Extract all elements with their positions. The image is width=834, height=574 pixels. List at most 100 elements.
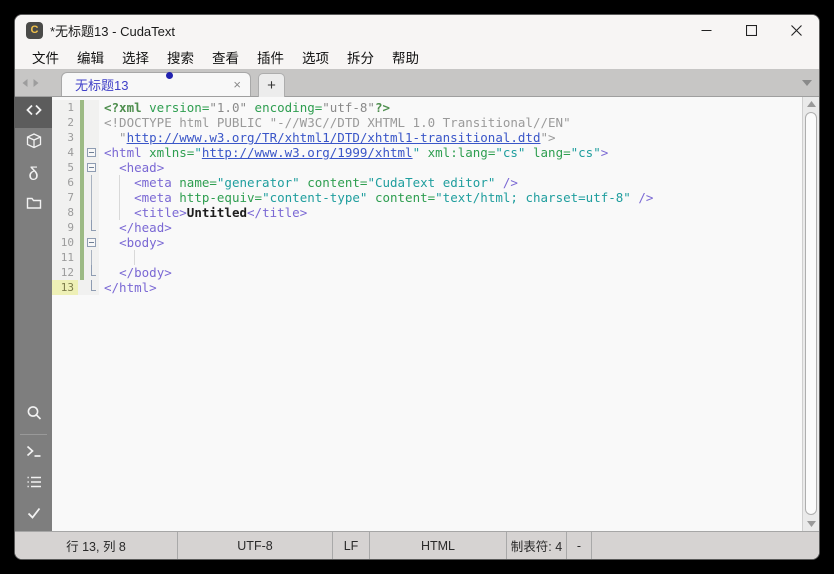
title-bar[interactable]: C *无标题13 - CudaText: [15, 15, 819, 45]
code-line-11: 11: [52, 250, 802, 265]
sidebar-button-validate[interactable]: [15, 500, 52, 531]
sidebar-button-snippets[interactable]: δ: [15, 159, 52, 190]
app-icon: C: [26, 21, 43, 39]
sidebar-button-output[interactable]: [15, 469, 52, 500]
tab-scroll-left-icon[interactable]: [21, 78, 29, 88]
code-text[interactable]: </body>: [99, 265, 802, 280]
sidebar-button-code-tree[interactable]: [15, 97, 52, 128]
folder-icon: [25, 194, 43, 217]
code-text[interactable]: <html xmlns="http://www.w3.org/1999/xhtm…: [99, 145, 802, 160]
status-cell-caret-pos[interactable]: 行 13, 列 8: [15, 532, 178, 559]
menu-item-file[interactable]: 文件: [23, 45, 68, 69]
fold-gutter: [85, 205, 99, 220]
vertical-scrollbar[interactable]: [802, 97, 819, 531]
line-number[interactable]: 1: [52, 100, 78, 115]
tab-close-icon[interactable]: ×: [233, 77, 241, 92]
tab-list-dropdown-icon[interactable]: [802, 80, 812, 86]
fold-gutter: [85, 250, 99, 265]
close-button[interactable]: [774, 15, 819, 45]
scroll-down-button[interactable]: [803, 517, 819, 531]
code-line-8: 8 <title>Untitled</title>: [52, 205, 802, 220]
code-line-12: 12 </body>: [52, 265, 802, 280]
code-line-4: 4 <html xmlns="http://www.w3.org/1999/xht…: [52, 145, 802, 160]
code-text[interactable]: <body>: [99, 235, 802, 250]
menu-bar: 文件 编辑 选择 搜索 查看 插件 选项 拆分 帮助: [15, 45, 819, 69]
menu-item-options[interactable]: 选项: [293, 45, 338, 69]
maximize-button[interactable]: [729, 15, 774, 45]
code-text[interactable]: <?xml version="1.0" encoding="utf-8"?>: [99, 100, 802, 115]
fold-toggle-icon[interactable]: [85, 160, 99, 175]
line-number[interactable]: 13: [52, 280, 78, 295]
code-text[interactable]: <title>Untitled</title>: [99, 205, 802, 220]
side-panel-bar: δ: [15, 97, 52, 531]
fold-gutter: [85, 220, 99, 235]
modified-marker-column: [78, 100, 85, 115]
fold-gutter: [85, 280, 99, 295]
close-icon: [791, 24, 802, 36]
fold-gutter: [85, 130, 99, 145]
line-number[interactable]: 7: [52, 190, 78, 205]
status-cell-line-ends[interactable]: LF: [333, 532, 370, 559]
code-line-7: 7 <meta http-equiv="content-type" conten…: [52, 190, 802, 205]
line-number[interactable]: 10: [52, 235, 78, 250]
scrollbar-thumb[interactable]: [805, 112, 817, 515]
menu-item-help[interactable]: 帮助: [383, 45, 428, 69]
search-icon: [25, 404, 43, 427]
cudatext-window: C *无标题13 - CudaText 文件 编辑 选择 搜索 查看 插件 选项 拆分 帮助 无…: [14, 14, 820, 560]
modified-marker-column: [78, 265, 85, 280]
fold-toggle-icon[interactable]: [85, 235, 99, 250]
minimize-button[interactable]: [684, 15, 729, 45]
code-line-6: 6 <meta name="generator" content="CudaTe…: [52, 175, 802, 190]
line-number[interactable]: 4: [52, 145, 78, 160]
status-cell-insert-mode[interactable]: -: [567, 532, 592, 559]
sidebar-button-search[interactable]: [15, 400, 52, 431]
line-number[interactable]: 2: [52, 115, 78, 130]
minimize-icon: [701, 29, 712, 31]
line-number[interactable]: 11: [52, 250, 78, 265]
sidebar-button-project[interactable]: [15, 128, 52, 159]
code-text[interactable]: </html>: [99, 280, 802, 295]
code-text[interactable]: <head>: [99, 160, 802, 175]
menu-item-split[interactable]: 拆分: [338, 45, 383, 69]
modified-marker-column: [78, 205, 85, 220]
modified-marker-column: [78, 160, 85, 175]
status-cell-lexer[interactable]: HTML: [370, 532, 507, 559]
sidebar-button-console[interactable]: [15, 438, 52, 469]
menu-item-search[interactable]: 搜索: [158, 45, 203, 69]
line-number[interactable]: 8: [52, 205, 78, 220]
menu-item-selection[interactable]: 选择: [113, 45, 158, 69]
code-text[interactable]: <meta name="generator" content="CudaText…: [99, 175, 802, 190]
code-text[interactable]: [99, 250, 802, 265]
tab-bar: 无标题13 × +: [15, 69, 819, 97]
code-text[interactable]: <meta http-equiv="content-type" content=…: [99, 190, 802, 205]
status-bar: 行 13, 列 8 UTF-8 LF HTML 制表符: 4-: [15, 531, 819, 559]
menu-item-plugins[interactable]: 插件: [248, 45, 293, 69]
list-icon: [25, 473, 43, 496]
status-cell-encoding[interactable]: UTF-8: [178, 532, 333, 559]
line-number[interactable]: 12: [52, 265, 78, 280]
scroll-up-button[interactable]: [803, 97, 819, 111]
menu-item-view[interactable]: 查看: [203, 45, 248, 69]
status-cell-tab-size[interactable]: 制表符: 4: [507, 532, 567, 559]
code-text[interactable]: <!DOCTYPE html PUBLIC "-//W3C//DTD XHTML…: [99, 115, 802, 130]
code-text[interactable]: "http://www.w3.org/TR/xhtml1/DTD/xhtml1-…: [99, 130, 802, 145]
modified-marker-column: [78, 280, 85, 295]
scroll-down-icon: [806, 521, 816, 527]
tab-scroll-right-icon[interactable]: [32, 78, 40, 88]
new-tab-button[interactable]: +: [258, 73, 285, 97]
tab-modified-dot: [166, 72, 173, 79]
modified-marker-column: [78, 145, 85, 160]
fold-toggle-icon[interactable]: [85, 145, 99, 160]
sidebar-button-tabs-panel[interactable]: [15, 190, 52, 221]
menu-item-edit[interactable]: 编辑: [68, 45, 113, 69]
line-number[interactable]: 3: [52, 130, 78, 145]
fold-gutter: [85, 115, 99, 130]
check-icon: [25, 504, 43, 527]
code-text[interactable]: </head>: [99, 220, 802, 235]
code-line-2: 2 <!DOCTYPE html PUBLIC "-//W3C//DTD XHTM…: [52, 115, 802, 130]
code-editor[interactable]: 1 <?xml version="1.0" encoding="utf-8"?> 2…: [52, 97, 802, 531]
line-number[interactable]: 5: [52, 160, 78, 175]
tab-untitled13[interactable]: 无标题13 ×: [61, 72, 251, 96]
line-number[interactable]: 6: [52, 175, 78, 190]
line-number[interactable]: 9: [52, 220, 78, 235]
